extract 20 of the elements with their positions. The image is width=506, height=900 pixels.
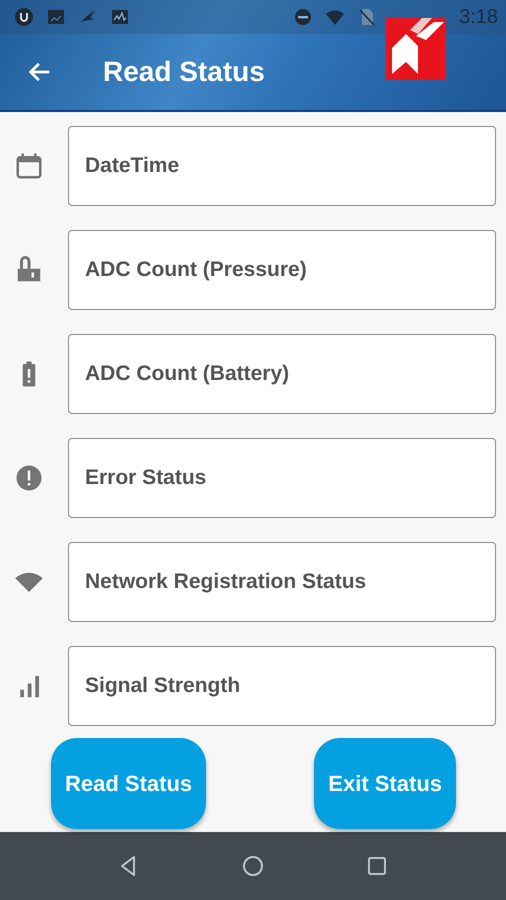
calendar-icon: [14, 151, 44, 181]
input-field[interactable]: Signal Strength: [68, 646, 496, 726]
status-button[interactable]: Exit Status: [314, 738, 456, 829]
home-icon[interactable]: [241, 854, 265, 878]
input-field[interactable]: ADC Count (Battery): [68, 334, 496, 414]
chart-icon: [110, 7, 130, 27]
input-field[interactable]: DateTime: [68, 126, 496, 206]
notification-icon: [14, 7, 34, 27]
screen-title: Read Status: [103, 56, 265, 88]
image-icon: [46, 7, 66, 27]
input-field[interactable]: Error Status: [68, 438, 496, 518]
clock-time: 3:18: [459, 6, 498, 28]
input-field[interactable]: ADC Count (Pressure): [68, 230, 496, 310]
recents-icon[interactable]: [365, 854, 389, 878]
input-field[interactable]: Network Registration Status: [68, 542, 496, 622]
no-sim-icon: [357, 7, 378, 27]
do-not-disturb-icon: [293, 7, 314, 27]
status-button[interactable]: Read Status: [51, 738, 206, 829]
error-icon: [14, 463, 44, 493]
logo-icon: [386, 18, 446, 80]
